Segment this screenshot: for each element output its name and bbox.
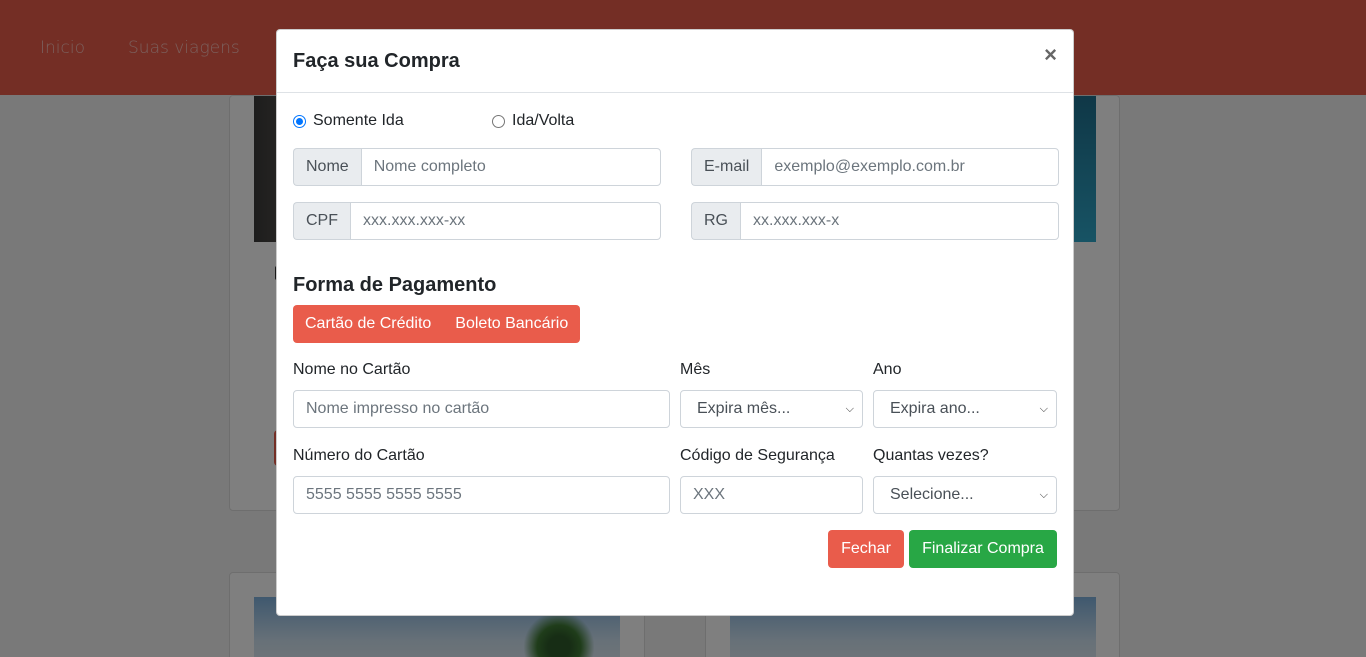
payment-method-group: Cartão de Crédito Boleto Bancário — [293, 305, 581, 343]
modal-title: Faça sua Compra — [293, 50, 460, 72]
nome-group: Nome Nome completo — [293, 148, 661, 186]
cpf-group: CPF xxx.xxx.xxx-xx — [293, 202, 661, 240]
rg-input[interactable]: xx.xxx.xxx-x — [740, 202, 1059, 240]
chevron-down-icon: ⌵ — [1039, 402, 1048, 415]
cpf-input[interactable]: xxx.xxx.xxx-xx — [350, 202, 661, 240]
installments-select[interactable]: Selecione... ⌵ — [873, 476, 1057, 514]
radio-ida-volta[interactable]: Ida/Volta — [492, 112, 574, 130]
radio-unchecked-icon[interactable] — [492, 114, 505, 128]
card-number-input[interactable]: 5555 5555 5555 5555 — [293, 476, 670, 514]
card-name-label: Nome no Cartão — [293, 361, 411, 378]
month-select-value: Expira mês... — [697, 400, 791, 417]
cvv-label: Código de Segurança — [680, 447, 835, 464]
nome-input[interactable]: Nome completo — [360, 148, 661, 186]
radio-checked-icon[interactable] — [293, 114, 306, 128]
installments-label: Quantas vezes? — [873, 447, 989, 464]
month-select[interactable]: Expira mês... ⌵ — [680, 390, 863, 428]
year-select-value: Expira ano... — [890, 400, 980, 417]
year-select[interactable]: Expira ano... ⌵ — [873, 390, 1057, 428]
finish-purchase-button[interactable]: Finalizar Compra — [909, 530, 1057, 568]
card-name-input[interactable]: Nome impresso no cartão — [293, 390, 670, 428]
rg-group: RG xx.xxx.xxx-x — [691, 202, 1059, 240]
chevron-down-icon: ⌵ — [845, 402, 854, 415]
email-group: E-mail exemplo@exemplo.com.br — [691, 148, 1059, 186]
close-button[interactable]: Fechar — [828, 530, 904, 568]
card-number-label: Número do Cartão — [293, 447, 425, 464]
cvv-input[interactable]: XXX — [680, 476, 863, 514]
radio-somente-ida[interactable]: Somente Ida — [293, 112, 404, 130]
nome-label: Nome — [293, 148, 361, 186]
email-label: E-mail — [691, 148, 762, 186]
radio-label: Somente Ida — [313, 112, 404, 129]
purchase-modal: Faça sua Compra × Somente Ida Ida/Volta … — [276, 29, 1074, 616]
close-icon[interactable]: × — [1044, 44, 1057, 66]
payment-title: Forma de Pagamento — [293, 274, 497, 296]
modal-header: Faça sua Compra × — [277, 30, 1073, 93]
email-input[interactable]: exemplo@exemplo.com.br — [761, 148, 1059, 186]
radio-label: Ida/Volta — [512, 112, 575, 129]
month-label: Mês — [680, 361, 711, 378]
credit-card-button[interactable]: Cartão de Crédito — [293, 305, 444, 343]
cpf-label: CPF — [293, 202, 350, 240]
installments-select-value: Selecione... — [890, 486, 974, 503]
chevron-down-icon: ⌵ — [1039, 488, 1048, 501]
year-label: Ano — [873, 361, 902, 378]
rg-label: RG — [691, 202, 740, 240]
boleto-button[interactable]: Boleto Bancário — [443, 305, 581, 343]
